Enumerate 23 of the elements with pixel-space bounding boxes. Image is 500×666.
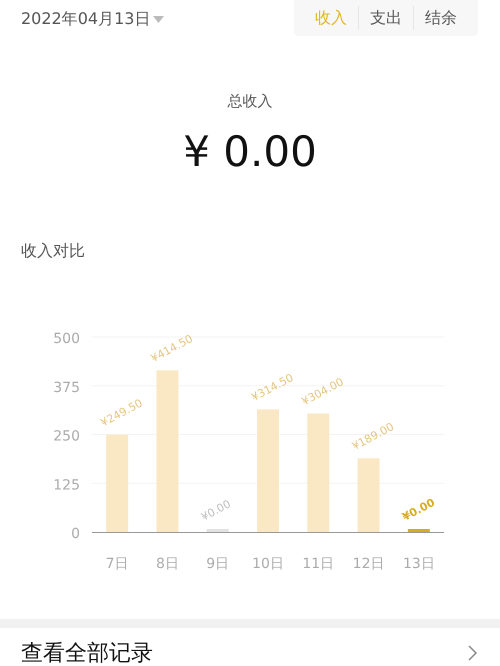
bar xyxy=(206,529,229,532)
x-axis-label: 10日 xyxy=(252,556,284,572)
x-axis-label: 8日 xyxy=(156,556,179,572)
x-axis-label: 13日 xyxy=(402,556,435,572)
view-all-records-link[interactable]: 查看全部记录 xyxy=(21,638,153,666)
dropdown-caret-icon xyxy=(153,16,164,23)
section-title: 收入对比 xyxy=(20,241,86,262)
x-axis-label: 11日 xyxy=(302,556,334,572)
x-axis-label: 7日 xyxy=(106,556,129,572)
y-axis-label: 250 xyxy=(53,428,80,444)
x-axis-label: 9日 xyxy=(206,556,230,572)
y-axis-label: 0 xyxy=(71,526,80,542)
y-axis-label: 500 xyxy=(53,331,80,347)
bar xyxy=(408,529,430,532)
tab[interactable]: 结余 xyxy=(414,8,468,28)
chevron-right-icon xyxy=(468,645,478,661)
y-axis-label: 375 xyxy=(53,380,80,396)
y-axis-label: 125 xyxy=(53,477,80,494)
total-income-label: 总收入 xyxy=(228,92,272,111)
x-axis-label: 12日 xyxy=(352,556,384,572)
tab[interactable]: 支出 xyxy=(359,8,413,28)
total-income-amount: ¥ 0.00 xyxy=(183,127,317,176)
date-picker[interactable]: 2022年04月13日 xyxy=(21,0,164,30)
